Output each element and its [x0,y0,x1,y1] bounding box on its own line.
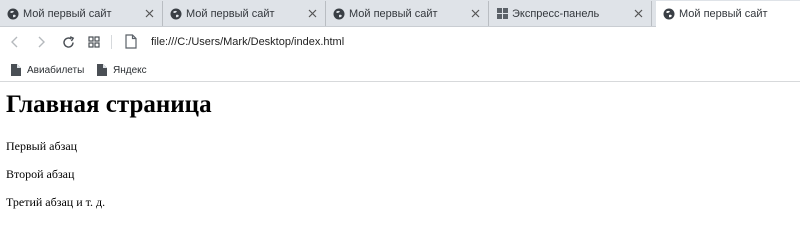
toolbar-separator [111,35,112,49]
paragraph-1: Первый абзац [6,139,78,153]
tab-title: Мой первый сайт [679,8,768,20]
paragraph-3: Третий абзац и т. д. [6,195,106,209]
globe-icon [170,8,182,20]
close-tab-icon[interactable] [468,6,482,20]
page-info-icon[interactable] [125,34,137,54]
address-toolbar: file:///C:/Users/Mark/Desktop/index.html [0,27,800,57]
close-tab-icon[interactable] [142,6,156,20]
tab-5-active[interactable]: Мой первый сайт [656,1,800,27]
bookmark-aviabilety[interactable]: Авиабилеты [11,62,84,78]
close-tab-icon[interactable] [305,6,319,20]
tab-4[interactable]: Экспресс-панель [489,1,652,26]
tab-3[interactable]: Мой первый сайт [326,1,489,26]
bookmarks-bar: Авиабилеты Яндекс [0,57,800,82]
tab-strip: Мой первый сайт Мой первый сайт Мой перв… [0,0,800,27]
tab-2[interactable]: Мой первый сайт [163,1,326,26]
back-button[interactable] [6,33,24,51]
address-bar-url[interactable]: file:///C:/Users/Mark/Desktop/index.html [151,36,344,48]
reload-button[interactable] [59,33,77,51]
speed-dial-grid-icon [496,8,508,20]
paragraph-2: Второй абзац [6,167,75,181]
forward-button[interactable] [32,33,50,51]
page-heading: Главная страница [6,91,212,118]
globe-icon [663,8,675,20]
bookmark-label: Авиабилеты [27,64,85,76]
document-icon [97,64,107,76]
bookmark-label: Яндекс [113,64,147,76]
close-tab-icon[interactable] [631,6,645,20]
bookmark-yandex[interactable]: Яндекс [97,62,147,78]
tab-1[interactable]: Мой первый сайт [0,1,163,26]
document-icon [11,64,21,76]
globe-icon [7,8,19,20]
page-content: Главная страница Первый абзац Второй абз… [6,90,212,209]
globe-icon [333,8,345,20]
speed-dial-button[interactable] [85,33,103,51]
